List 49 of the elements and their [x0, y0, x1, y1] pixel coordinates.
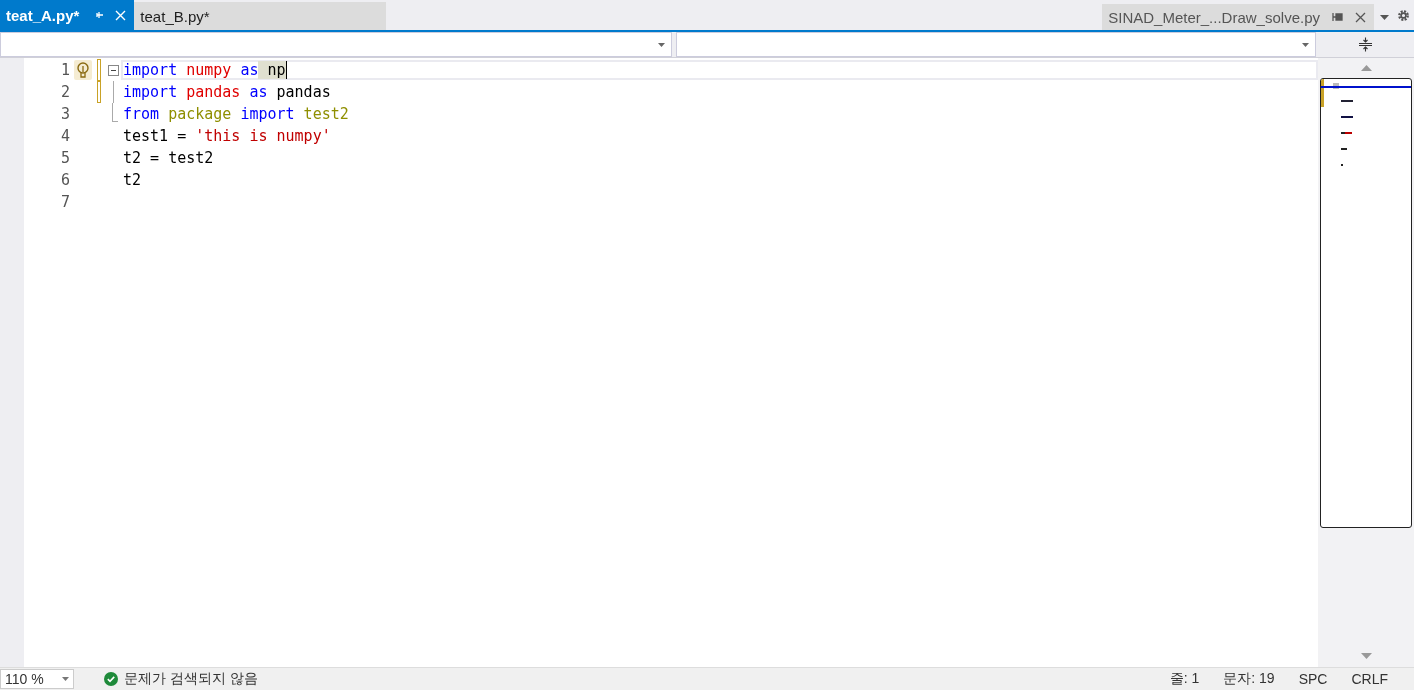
line-number: 7 [59, 193, 70, 211]
code-text: test2 [302, 105, 349, 123]
check-circle-icon [104, 672, 118, 686]
file-tab[interactable]: teat_B.py* [134, 2, 387, 30]
file-tab[interactable]: SINAD_Meter_...Draw_solve.py [1102, 4, 1374, 30]
lightbulb-icon[interactable] [74, 60, 92, 80]
caret-icon [1302, 42, 1309, 47]
code-text: t2 = test2 [123, 149, 214, 167]
minimap[interactable] [1320, 78, 1412, 528]
close-icon[interactable] [1355, 11, 1366, 23]
code-text: t2 [123, 171, 142, 189]
pin-icon[interactable] [95, 10, 106, 20]
keyword-text: import [123, 61, 178, 79]
code-text: package [167, 105, 232, 123]
line-number: 1 [59, 61, 70, 79]
scroll-down-icon[interactable] [1360, 653, 1372, 659]
line-number: 3 [59, 105, 70, 123]
line-indicator[interactable]: 줄: 1 [1169, 670, 1200, 688]
dropdown-icon[interactable] [1380, 14, 1389, 20]
line-number: 6 [59, 171, 70, 189]
collapse-toggle[interactable] [107, 64, 119, 76]
code-text: numpy [185, 61, 232, 79]
pin-icon[interactable] [1332, 12, 1343, 22]
keyword-text: import [239, 105, 295, 123]
line-number: 5 [59, 149, 70, 167]
keyword-text: as [248, 83, 268, 101]
code-text: pandas [185, 83, 241, 101]
overview-scrollbar[interactable] [1318, 58, 1414, 667]
column-indicator[interactable]: 문자: 19 [1223, 670, 1275, 688]
text-caret [285, 61, 287, 79]
line-ending-indicator[interactable]: CRLF [1351, 671, 1388, 687]
file-tab[interactable]: teat_A.py* [0, 0, 135, 30]
scroll-up-icon[interactable] [1360, 65, 1372, 71]
split-icon [1357, 37, 1373, 52]
keyword-text: from [123, 105, 160, 123]
indent-indicator[interactable]: SPC [1298, 671, 1328, 687]
line-number: 2 [59, 83, 70, 101]
string-literal: 'this is numpy' [194, 127, 331, 145]
keyword-text: import [123, 83, 178, 101]
code-text: np [258, 61, 286, 79]
caret-icon [658, 42, 665, 47]
settings-icon[interactable] [1397, 8, 1410, 22]
code-text: pandas [275, 83, 331, 101]
code-text: test1 = [123, 127, 187, 145]
zoom-dropdown[interactable]: 110 % [0, 669, 74, 689]
issues-status[interactable]: 문제가 검색되지 않음 [124, 670, 258, 688]
caret-icon [62, 677, 69, 681]
line-number: 4 [59, 127, 70, 145]
keyword-text: as [239, 61, 259, 79]
